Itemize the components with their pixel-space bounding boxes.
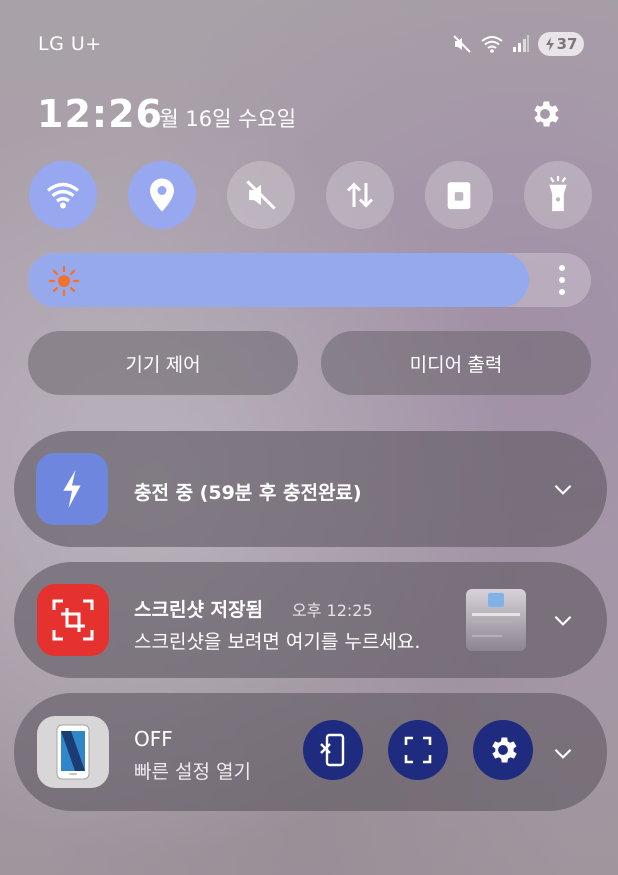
- date: 7월 16일 수요일: [146, 107, 297, 131]
- gear-icon[interactable]: [528, 97, 562, 131]
- screen-capture-icon: [404, 736, 432, 764]
- gear-icon: [492, 737, 517, 763]
- device-control-button[interactable]: 기기 제어: [28, 331, 298, 395]
- lock-icon: [447, 182, 471, 210]
- location-toggle[interactable]: [128, 161, 196, 229]
- media-output-button[interactable]: 미디어 출력: [321, 331, 591, 395]
- chevron-down-icon[interactable]: [550, 740, 576, 766]
- lightning-icon: [63, 470, 81, 508]
- notification-title: OFF: [134, 727, 173, 751]
- signal-icon: [513, 35, 529, 52]
- flashlight-icon: [549, 176, 567, 212]
- battery-icon: 37: [538, 32, 584, 56]
- status-icons: 37: [452, 32, 584, 56]
- notification-subtitle: 빠른 설정 열기: [134, 761, 251, 783]
- screen-lock-toggle[interactable]: [425, 161, 493, 229]
- screenshot-icon: [52, 599, 94, 641]
- mobile-data-toggle[interactable]: [326, 161, 394, 229]
- disconnect-phone-icon: [320, 733, 345, 767]
- wifi-icon: [481, 36, 503, 53]
- notification-title: 스크린샷 저장됨: [134, 599, 263, 621]
- phone-app-tile: [37, 716, 109, 788]
- more-vertical-icon[interactable]: [553, 263, 571, 297]
- disconnect-phone-button[interactable]: [303, 720, 363, 780]
- notification-body: 스크린샷을 보려면 여기를 누르세요.: [134, 631, 421, 653]
- flashlight-toggle[interactable]: [524, 161, 592, 229]
- phone-icon: [56, 724, 90, 780]
- screenshot-thumbnail[interactable]: [466, 589, 526, 651]
- mute-icon: [246, 180, 276, 210]
- wifi-icon: [46, 182, 80, 209]
- chevron-down-icon[interactable]: [550, 607, 576, 633]
- battery-bolt-icon: [545, 37, 554, 51]
- location-icon: [150, 178, 174, 212]
- screenshot-app-tile: [37, 584, 109, 656]
- screen-capture-button[interactable]: [388, 720, 448, 780]
- sun-icon: [48, 265, 80, 297]
- battery-level: 37: [556, 35, 578, 53]
- sound-toggle[interactable]: [227, 161, 295, 229]
- notification-title: 충전 중 (59분 후 충전완료): [134, 482, 362, 504]
- brightness-fill[interactable]: [28, 253, 529, 307]
- carrier-name: LG U+: [38, 33, 102, 55]
- charging-app-tile: [36, 453, 108, 525]
- chevron-down-icon[interactable]: [550, 476, 576, 502]
- wifi-toggle[interactable]: [29, 161, 97, 229]
- data-transfer-icon: [346, 182, 374, 208]
- quick-settings-button[interactable]: [473, 720, 533, 780]
- mute-icon: [453, 35, 471, 53]
- notification-time: 오후 12:25: [292, 601, 373, 620]
- clock: 12:26: [37, 92, 163, 136]
